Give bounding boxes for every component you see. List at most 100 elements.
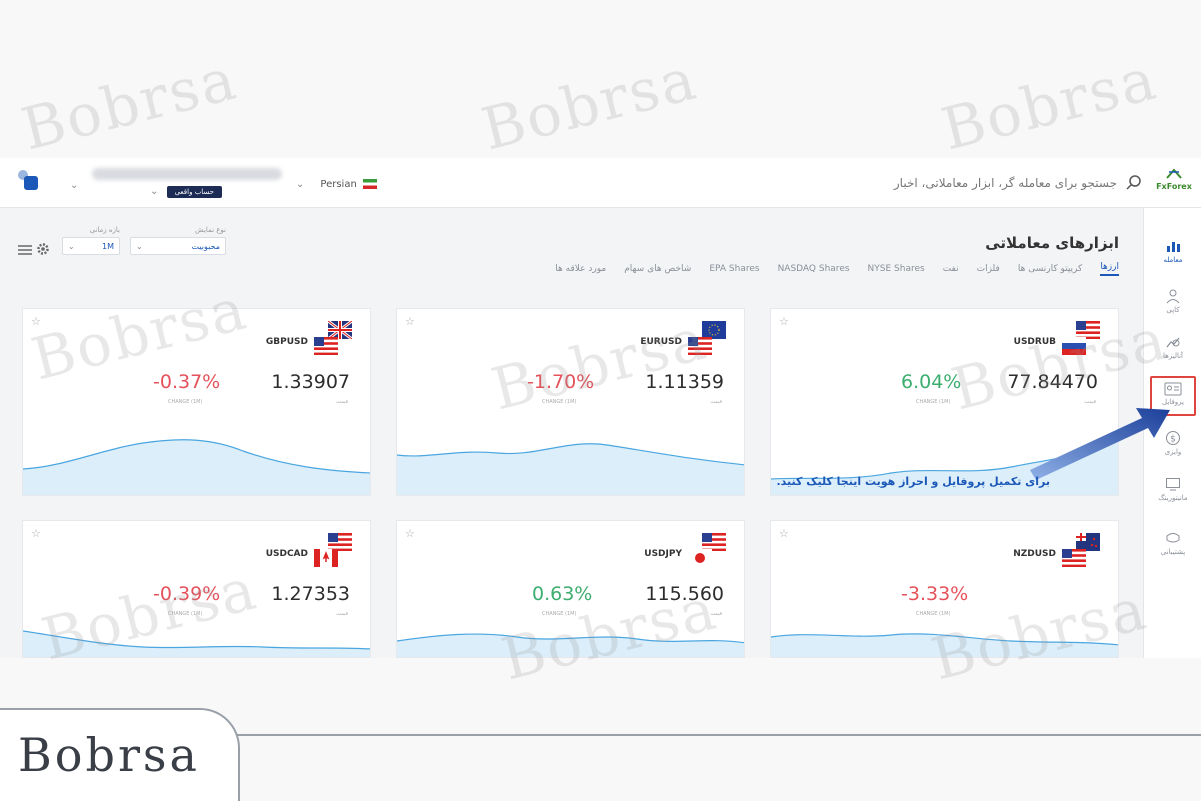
card-price: 115.560 — [645, 583, 724, 605]
language-label: Persian — [320, 178, 357, 190]
nav-label: معامله — [1163, 256, 1183, 264]
nav-label: آنالیزها — [1163, 352, 1183, 360]
chevron-down-icon: ⌄ — [68, 241, 75, 251]
period-value: 1M — [102, 241, 114, 251]
us-flag-icon — [688, 337, 712, 355]
sparkline-chart — [771, 633, 1118, 657]
canada-flag-icon — [314, 549, 338, 567]
wallet-icon — [24, 176, 38, 190]
currency-flags — [688, 533, 726, 569]
card-symbol: NZDUSD — [1013, 549, 1056, 559]
tab-indices[interactable]: شاخص های سهام — [624, 264, 691, 274]
chevron-down-icon: ⌄ — [70, 180, 79, 191]
star-icon[interactable]: ☆ — [779, 315, 789, 328]
site-logo: Bobrsa — [18, 728, 200, 782]
tab-favorites[interactable]: مورد علاقه ها — [555, 264, 606, 274]
currency-flags — [688, 321, 726, 357]
tab-nasdaq[interactable]: NASDAQ Shares — [778, 264, 850, 274]
sparkline-chart — [397, 443, 744, 495]
divider — [210, 734, 1201, 736]
instrument-card-eurusd[interactable]: ☆ EURUSD 1.11359 قیمت -1.70% CHANGE (1M) — [396, 308, 745, 496]
list-view-icon[interactable] — [18, 244, 32, 256]
account-name-redacted — [92, 168, 282, 180]
currency-flags — [1062, 533, 1100, 569]
sort-select[interactable]: ⌄ محبوبیت — [130, 237, 226, 255]
nav-item-analysis[interactable]: آنالیزها — [1150, 330, 1196, 370]
search-icon[interactable] — [1125, 174, 1143, 192]
nav-label: مانیتورینگ — [1158, 494, 1188, 502]
card-price: 1.33907 — [271, 371, 350, 393]
card-price: 1.11359 — [645, 371, 724, 393]
sparkline-chart — [23, 439, 370, 495]
sort-filter[interactable]: نوع نمایش ⌄ محبوبیت — [130, 226, 226, 266]
change-caption: CHANGE (1M) — [542, 399, 577, 405]
price-caption: قیمت — [710, 399, 722, 405]
annotation-arrow-icon — [1030, 408, 1170, 480]
star-icon[interactable]: ☆ — [779, 527, 789, 540]
instrument-card-nzdusd[interactable]: ☆ NZDUSD -3.33% CHANGE (1M) — [770, 520, 1119, 658]
chevron-down-icon: ⌄ — [150, 186, 159, 197]
profile-card-icon — [1164, 382, 1182, 396]
chevron-down-icon: ⌄ — [296, 178, 305, 190]
change-caption: CHANGE (1M) — [168, 399, 203, 405]
tab-nyse[interactable]: NYSE Shares — [868, 264, 925, 274]
chevron-down-icon: ⌄ — [136, 241, 143, 251]
period-select[interactable]: ⌄ 1M — [62, 237, 120, 255]
us-flag-icon — [314, 337, 338, 355]
nav-label: کاپی — [1166, 306, 1180, 314]
brand-name: FxForex — [1156, 182, 1192, 191]
star-icon[interactable]: ☆ — [31, 315, 41, 328]
nav-item-trade[interactable]: معامله — [1150, 234, 1196, 274]
card-price: 77.84470 — [1007, 371, 1098, 393]
top-blank-area — [0, 0, 1201, 158]
period-filter[interactable]: بازه زمانی ⌄ 1M — [62, 226, 120, 266]
card-change: -1.70% — [527, 371, 595, 393]
tab-metals[interactable]: فلزات — [977, 264, 1000, 274]
chart-icon — [1167, 242, 1180, 252]
wallet-button[interactable]: ⌄ — [12, 168, 78, 202]
nav-item-support[interactable]: پشتیبانی — [1150, 526, 1196, 566]
star-icon[interactable]: ☆ — [405, 315, 415, 328]
trading-app-window: FxForex ⌄ Persian حساب واقعی ⌄ ⌄ — [0, 158, 1201, 658]
tab-oil[interactable]: نفت — [943, 264, 959, 274]
card-change: -0.37% — [153, 371, 221, 393]
card-change: 0.63% — [532, 583, 593, 605]
iran-flag-icon — [362, 179, 377, 189]
card-price: 1.27353 — [271, 583, 350, 605]
top-bar: FxForex ⌄ Persian حساب واقعی ⌄ ⌄ — [0, 158, 1201, 208]
search-input[interactable] — [787, 171, 1117, 195]
brand-logo[interactable]: FxForex — [1153, 168, 1195, 198]
russia-flag-icon — [1062, 337, 1086, 355]
us-flag-icon — [1062, 549, 1086, 567]
card-symbol: USDRUB — [1013, 337, 1056, 347]
tab-epa[interactable]: EPA Shares — [709, 264, 759, 274]
gear-icon[interactable] — [36, 242, 50, 256]
card-symbol: EURUSD — [640, 337, 682, 347]
support-icon — [1166, 533, 1180, 543]
instrument-card-usdjpy[interactable]: ☆ USDJPY 115.560 قیمت 0.63% CHANGE (1M) — [396, 520, 745, 658]
star-icon[interactable]: ☆ — [405, 527, 415, 540]
card-symbol: GBPUSD — [265, 337, 308, 347]
instrument-card-usdcad[interactable]: ☆ USDCAD 1.27353 قیمت -0.39% CHANGE (1M) — [22, 520, 371, 658]
language-selector[interactable]: ⌄ Persian — [296, 175, 377, 193]
sort-filter-label: نوع نمایش — [195, 226, 226, 234]
sparkline-chart — [397, 633, 744, 657]
star-icon[interactable]: ☆ — [31, 527, 41, 540]
card-symbol: USDJPY — [644, 549, 682, 559]
nav-label: پشتیبانی — [1160, 548, 1186, 556]
currency-flags — [314, 533, 352, 569]
period-filter-label: بازه زمانی — [89, 226, 120, 234]
brand-logo-icon — [1166, 168, 1182, 179]
nav-item-copy[interactable]: کاپی — [1150, 284, 1196, 324]
instrument-card-gbpusd[interactable]: ☆ GBPUSD 1.33907 قیمت -0.37% CHANGE (1M) — [22, 308, 371, 496]
card-change: -3.33% — [901, 583, 969, 605]
account-selector[interactable]: حساب واقعی ⌄ — [88, 166, 288, 200]
tab-crypto[interactable]: کریپتو کارنسی ها — [1018, 264, 1082, 274]
annotation-callout: برای تکمیل پروفایل و احراز هویت اینجا کل… — [776, 475, 1050, 488]
filter-bar: بازه زمانی ⌄ 1M نوع نمایش ⌄ محبوبیت — [18, 226, 238, 266]
sort-value: محبوبیت — [191, 241, 221, 251]
tab-currencies[interactable]: ارزها — [1100, 262, 1119, 276]
currency-flags — [314, 321, 352, 357]
change-caption: CHANGE (1M) — [916, 399, 951, 405]
price-caption: قیمت — [336, 399, 348, 405]
